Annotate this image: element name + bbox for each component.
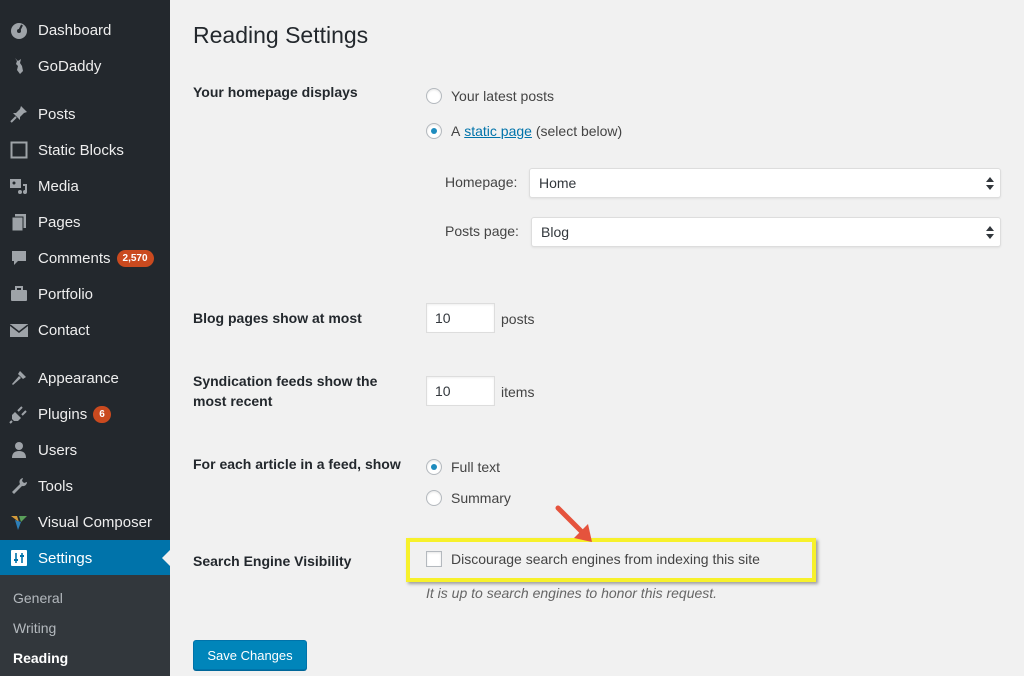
main-content: Reading Settings Your homepage displays … bbox=[170, 0, 1024, 676]
sidebar-item-portfolio[interactable]: Portfolio bbox=[0, 276, 170, 312]
comments-count-badge: 2,570 bbox=[116, 249, 154, 267]
homepage-select[interactable]: Home bbox=[529, 168, 1001, 198]
annotation-arrow-icon bbox=[555, 505, 592, 542]
sidebar-item-media[interactable]: Media bbox=[0, 168, 170, 204]
summary-radio[interactable] bbox=[426, 490, 442, 506]
sidebar-item-appearance[interactable]: Appearance bbox=[0, 360, 170, 396]
summary-label: Summary bbox=[451, 490, 511, 506]
posts-page-select-label: Posts page: bbox=[445, 223, 519, 239]
sidebar-item-label: Settings bbox=[38, 549, 93, 567]
square-icon bbox=[9, 140, 29, 160]
sidebar-item-label: Dashboard bbox=[38, 21, 112, 39]
feed-article-label: For each article in a feed, show bbox=[193, 456, 401, 472]
option-latest-posts[interactable]: Your latest posts bbox=[426, 88, 554, 104]
syndication-input[interactable]: 10 bbox=[426, 376, 495, 406]
dashboard-icon bbox=[9, 20, 29, 40]
settings-icon bbox=[9, 548, 29, 568]
sidebar-item-dashboard[interactable]: Dashboard bbox=[0, 12, 170, 48]
posts-page-select-value: Blog bbox=[541, 224, 570, 240]
plugins-update-badge: 6 bbox=[93, 405, 111, 423]
discourage-search-label: Discourage search engines from indexing … bbox=[451, 551, 760, 567]
static-page-radio[interactable] bbox=[426, 123, 442, 139]
blog-pages-input[interactable]: 10 bbox=[426, 303, 495, 333]
user-icon bbox=[9, 440, 29, 460]
option-summary[interactable]: Summary bbox=[426, 490, 511, 506]
sidebar-item-label: Contact bbox=[38, 321, 90, 339]
page-title: Reading Settings bbox=[193, 22, 369, 48]
static-page-suffix: (select below) bbox=[535, 123, 623, 139]
godaddy-icon bbox=[9, 56, 29, 76]
save-changes-button[interactable]: Save Changes bbox=[193, 640, 307, 670]
sidebar-item-label: Users bbox=[38, 441, 78, 459]
search-visibility-description: It is up to search engines to honor this… bbox=[426, 585, 718, 601]
sidebar-item-label: Pages bbox=[38, 213, 81, 231]
static-page-link[interactable]: static page bbox=[464, 123, 532, 139]
sidebar-item-label: Static Blocks bbox=[38, 141, 124, 159]
submenu-item-general[interactable]: General bbox=[13, 590, 63, 606]
visual-composer-icon bbox=[9, 512, 29, 532]
plug-icon bbox=[9, 404, 29, 424]
sidebar-item-visual-composer[interactable]: Visual Composer bbox=[0, 504, 170, 540]
discourage-search-option[interactable]: Discourage search engines from indexing … bbox=[426, 551, 760, 567]
option-full-text[interactable]: Full text bbox=[426, 459, 500, 475]
sidebar-item-label: Appearance bbox=[38, 369, 119, 387]
latest-posts-label: Your latest posts bbox=[451, 88, 554, 104]
pushpin-icon bbox=[9, 104, 29, 124]
submenu-item-writing[interactable]: Writing bbox=[13, 620, 56, 636]
sidebar-item-label: Visual Composer bbox=[38, 513, 152, 531]
envelope-icon bbox=[9, 320, 29, 340]
sidebar-item-contact[interactable]: Contact bbox=[0, 312, 170, 348]
sidebar-item-plugins[interactable]: Plugins 6 bbox=[0, 396, 170, 432]
media-icon bbox=[9, 176, 29, 196]
sidebar-item-comments[interactable]: Comments 2,570 bbox=[0, 240, 170, 276]
sidebar-item-label: Portfolio bbox=[38, 285, 94, 303]
blog-pages-label: Blog pages show at most bbox=[193, 310, 362, 326]
static-page-prefix: A bbox=[451, 123, 461, 139]
settings-submenu: General Writing Reading bbox=[0, 575, 170, 676]
search-visibility-label: Search Engine Visibility bbox=[193, 553, 352, 569]
syndication-label: Syndication feeds show the most recent bbox=[193, 373, 378, 409]
sidebar-item-users[interactable]: Users bbox=[0, 432, 170, 468]
option-static-page[interactable]: A static page (select below) bbox=[426, 123, 622, 139]
latest-posts-radio[interactable] bbox=[426, 88, 442, 104]
discourage-search-checkbox[interactable] bbox=[426, 551, 442, 567]
blog-pages-unit: posts bbox=[501, 311, 535, 327]
sidebar-item-pages[interactable]: Pages bbox=[0, 204, 170, 240]
submenu-item-reading[interactable]: Reading bbox=[13, 650, 68, 666]
sidebar-item-posts[interactable]: Posts bbox=[0, 96, 170, 132]
paintbrush-icon bbox=[9, 368, 29, 388]
sidebar-item-settings[interactable]: Settings bbox=[0, 540, 170, 576]
sidebar-item-godaddy[interactable]: GoDaddy bbox=[0, 48, 170, 84]
homepage-select-value: Home bbox=[539, 175, 577, 191]
comment-icon bbox=[9, 248, 29, 268]
full-text-label: Full text bbox=[451, 459, 501, 475]
full-text-radio[interactable] bbox=[426, 459, 442, 475]
sidebar-item-label: GoDaddy bbox=[38, 57, 102, 75]
homepage-displays-label: Your homepage displays bbox=[193, 84, 358, 100]
homepage-select-label: Homepage: bbox=[445, 174, 518, 190]
syndication-unit: items bbox=[501, 384, 535, 400]
sidebar-item-label: Media bbox=[38, 177, 79, 195]
sidebar-item-label: Tools bbox=[38, 477, 74, 495]
wrench-icon bbox=[9, 476, 29, 496]
sidebar-item-label: Plugins bbox=[38, 405, 88, 423]
briefcase-icon bbox=[9, 284, 29, 304]
sidebar-item-label: Posts bbox=[38, 105, 76, 123]
posts-page-select[interactable]: Blog bbox=[531, 217, 1001, 247]
select-arrows-icon bbox=[986, 226, 994, 239]
select-arrows-icon bbox=[986, 177, 994, 190]
sidebar-item-tools[interactable]: Tools bbox=[0, 468, 170, 504]
pages-icon bbox=[9, 212, 29, 232]
admin-sidebar: Dashboard GoDaddy Posts Static Blocks Me… bbox=[0, 0, 170, 676]
sidebar-item-label: Comments bbox=[38, 249, 111, 267]
sidebar-item-static-blocks[interactable]: Static Blocks bbox=[0, 132, 170, 168]
